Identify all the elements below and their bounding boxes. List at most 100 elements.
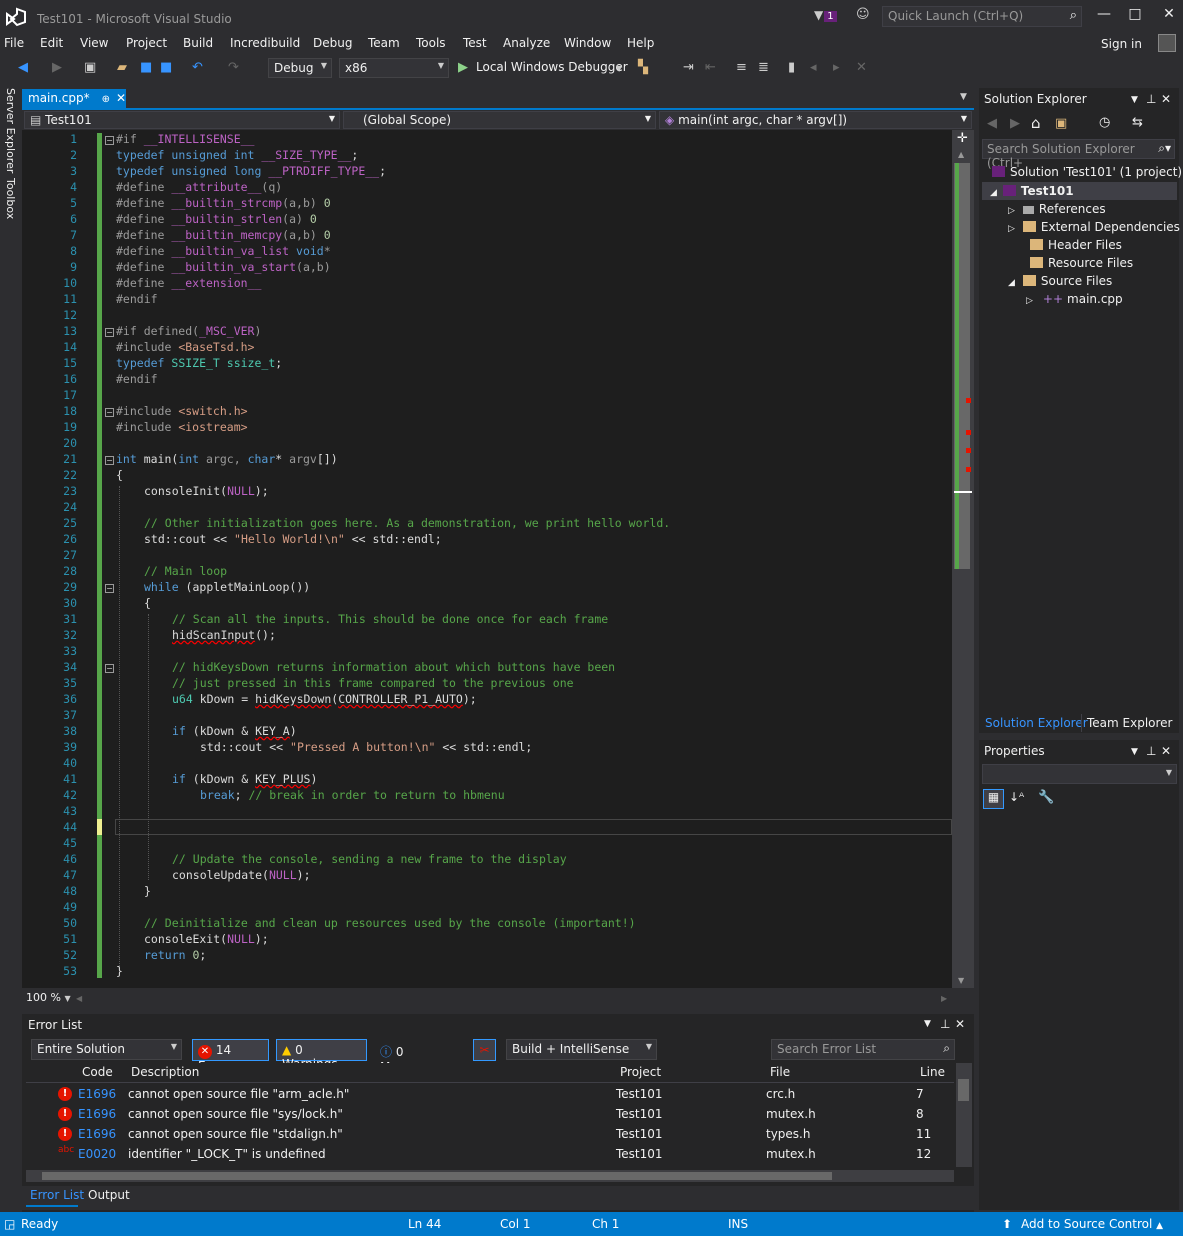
pin-icon[interactable]: ⊕ (102, 94, 110, 105)
add-to-source-control-button[interactable]: Add to Source Control ▲ (1021, 1217, 1163, 1231)
forward-icon[interactable]: ▶ (52, 60, 62, 75)
panel-menu-icon[interactable]: ▼ (1131, 95, 1138, 105)
menu-view[interactable]: View (80, 36, 108, 50)
scroll-up-icon[interactable]: ▲ (958, 150, 964, 159)
close-tab-icon[interactable]: ✕ (116, 91, 126, 105)
menu-team[interactable]: Team (368, 36, 400, 50)
tree-header-files[interactable]: Header Files (1030, 238, 1122, 252)
sign-in-link[interactable]: Sign in (1101, 37, 1142, 51)
menu-debug[interactable]: Debug (313, 36, 352, 50)
split-icon[interactable]: ✛ (957, 131, 968, 146)
error-row[interactable]: ! E1696 cannot open source file "sys/lock.… (26, 1104, 954, 1124)
collapse-icon[interactable]: − (105, 136, 114, 145)
close-panel-icon[interactable]: ✕ (1161, 92, 1171, 106)
prev-bookmark-icon[interactable]: ◂ (810, 60, 817, 75)
tab-main-cpp[interactable]: main.cpp* ⊕ ✕ (22, 89, 126, 109)
scrollbar-thumb[interactable] (42, 1172, 832, 1180)
minimize-button[interactable]: — (1087, 6, 1121, 26)
outdent-icon[interactable]: ⇤ (705, 60, 716, 75)
account-icon[interactable] (1158, 34, 1176, 52)
error-code[interactable]: E1696 (78, 1107, 116, 1121)
error-code[interactable]: E0020 (78, 1147, 116, 1161)
pin-icon[interactable]: ⊥ (1146, 744, 1156, 758)
col-header-code[interactable]: Code (82, 1065, 113, 1079)
platform-select[interactable]: x86 ▼ (339, 58, 449, 78)
error-search-input[interactable]: Search Error List ⌕ (771, 1039, 955, 1060)
filter-toggle-icon[interactable]: ✂ (473, 1039, 496, 1061)
new-project-icon[interactable]: ▣ (84, 60, 96, 75)
menu-edit[interactable]: Edit (40, 36, 63, 50)
menu-file[interactable]: File (4, 36, 24, 50)
menu-test[interactable]: Test (463, 36, 487, 50)
tab-error-list[interactable]: Error List (30, 1188, 84, 1202)
error-source-select[interactable]: Build + IntelliSense ▼ (506, 1039, 657, 1060)
alphabetical-icon[interactable]: ↓ᴬ (1009, 790, 1024, 804)
error-row[interactable]: abc E0020 identifier "_LOCK_T" is undefine… (26, 1144, 954, 1164)
scroll-down-icon[interactable]: ▼ (958, 976, 964, 985)
clear-bookmarks-icon[interactable]: ✕ (856, 60, 867, 75)
start-debugging-icon[interactable]: ▶ (458, 60, 468, 75)
sync-icon[interactable]: ⇆ (1132, 115, 1143, 130)
maximize-button[interactable]: □ (1118, 6, 1152, 26)
menu-analyze[interactable]: Analyze (503, 36, 550, 50)
browser-link-icon[interactable]: ▚ (638, 60, 648, 75)
close-panel-icon[interactable]: ✕ (1161, 744, 1171, 758)
pin-icon[interactable]: ⊥ (1146, 92, 1156, 106)
menu-window[interactable]: Window (564, 36, 611, 50)
error-row[interactable]: ! E1696 cannot open source file "arm_acle.… (26, 1084, 954, 1104)
tree-source-files[interactable]: ◢ Source Files (1008, 274, 1112, 288)
scroll-left-icon[interactable]: ◀ (76, 994, 82, 1003)
next-bookmark-icon[interactable]: ▸ (833, 60, 840, 75)
error-code[interactable]: E1696 (78, 1127, 116, 1141)
undo-icon[interactable]: ↶ (192, 60, 203, 75)
pending-changes-icon[interactable]: ◷ (1099, 115, 1110, 130)
pin-icon[interactable]: ⊥ (940, 1017, 950, 1031)
col-header-description[interactable]: Description (131, 1065, 199, 1079)
save-all-icon[interactable]: ■ (160, 60, 172, 75)
switch-views-icon[interactable]: ▣ (1055, 116, 1067, 131)
server-explorer-tab[interactable]: Server Explorer (4, 88, 17, 173)
menu-help[interactable]: Help (627, 36, 654, 50)
scope-nav-select[interactable]: (Global Scope) ▼ (343, 111, 656, 129)
scroll-right-icon[interactable]: ▶ (941, 994, 947, 1003)
properties-object-select[interactable]: ▼ (982, 764, 1177, 784)
menu-project[interactable]: Project (126, 36, 167, 50)
menu-build[interactable]: Build (183, 36, 213, 50)
uncomment-icon[interactable]: ≣ (758, 60, 769, 75)
forward-icon[interactable]: ▶ (1010, 116, 1020, 131)
warnings-filter-button[interactable]: ▲ 0 Warnings (276, 1039, 367, 1071)
tab-team-explorer[interactable]: Team Explorer (1087, 716, 1173, 730)
redo-icon[interactable]: ↷ (228, 60, 239, 75)
error-scope-select[interactable]: Entire Solution ▼ (31, 1039, 182, 1060)
tree-references[interactable]: ▷ References (1008, 202, 1106, 216)
property-pages-icon[interactable]: 🔧 (1038, 790, 1054, 805)
back-icon[interactable]: ◀ (987, 116, 997, 131)
home-icon[interactable]: ⌂ (1031, 114, 1041, 132)
save-icon[interactable]: ■ (140, 60, 152, 75)
solution-search-input[interactable]: Search Solution Explorer (Ctrl+ ⌕▾ (982, 139, 1175, 170)
col-header-line[interactable]: Line (920, 1065, 945, 1079)
collapse-icon[interactable]: − (105, 408, 114, 417)
comment-icon[interactable]: ≡ (736, 60, 747, 75)
tab-overflow-icon[interactable]: ▼ (960, 92, 967, 102)
tree-external-dependencies[interactable]: ▷ External Dependencies (1008, 220, 1180, 234)
panel-menu-icon[interactable]: ▼ (924, 1019, 931, 1029)
open-file-icon[interactable]: ▰ (117, 60, 127, 75)
collapse-icon[interactable]: − (105, 328, 114, 337)
error-row[interactable]: ! E1696 cannot open source file "stdalign.… (26, 1124, 954, 1144)
panel-menu-icon[interactable]: ▼ (1131, 747, 1138, 757)
feedback-icon[interactable]: ☺ (856, 7, 870, 22)
collapse-icon[interactable]: − (105, 456, 114, 465)
config-select[interactable]: Debug ▼ (268, 58, 332, 78)
tree-project[interactable]: ◢ Test101 (990, 184, 1074, 198)
tab-solution-explorer[interactable]: Solution Explorer (985, 716, 1088, 730)
back-icon[interactable]: ◀ (18, 60, 28, 75)
messages-filter-button[interactable]: ⓘ 0 Messages (374, 1039, 464, 1074)
bookmark-icon[interactable]: ▮ (788, 60, 795, 75)
tree-main-cpp[interactable]: ▷ ++ main.cpp (1026, 292, 1123, 306)
categorized-icon[interactable]: ▦ (983, 789, 1004, 809)
close-window-button[interactable]: ✕ (1152, 6, 1183, 26)
col-header-file[interactable]: File (770, 1065, 790, 1079)
notifications-button[interactable]: ▼ 1 (814, 8, 837, 22)
menu-tools[interactable]: Tools (416, 36, 446, 50)
